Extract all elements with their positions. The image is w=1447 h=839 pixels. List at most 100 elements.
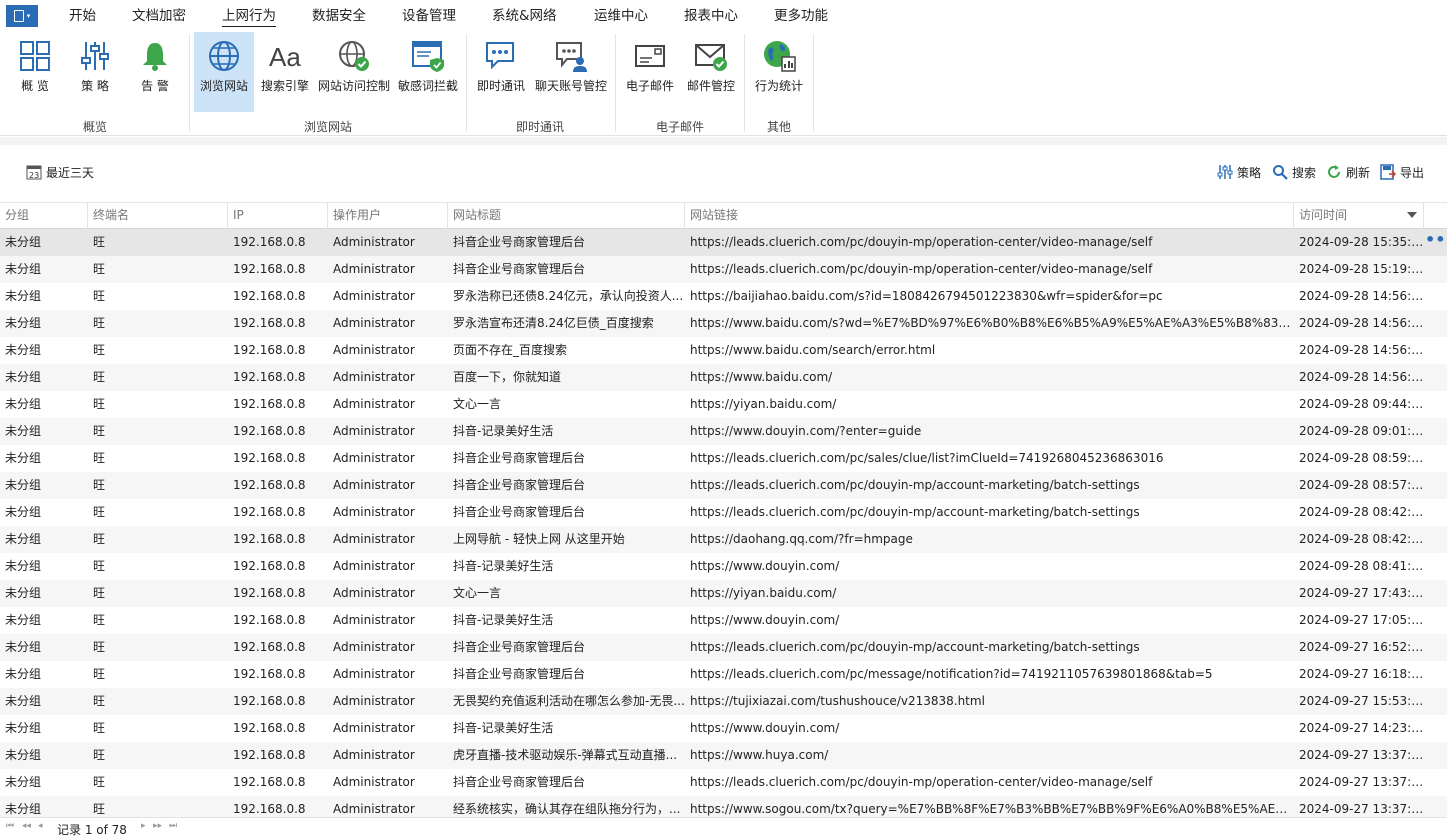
table-row[interactable]: 未分组 旺 192.168.0.8 Administrator 抖音企业号商家管理后台 h… (0, 661, 1447, 688)
first-page-icon[interactable]: ⏮ (6, 821, 14, 831)
behavior-statistics-button[interactable]: 行为统计 (751, 32, 807, 112)
table-row[interactable]: 未分组 旺 192.168.0.8 Administrator 抖音企业号商家管理后台 h… (0, 634, 1447, 661)
search-button[interactable]: 搜索 (1271, 163, 1316, 181)
cell-site-url: https://www.douyin.com/?enter=guide (690, 424, 922, 438)
table-row[interactable]: 未分组 旺 192.168.0.8 Administrator 罗永浩宣布还清8.24亿… (0, 310, 1447, 337)
column-header-visit-time[interactable]: 访问时间 (1294, 203, 1424, 229)
search-engine-button[interactable]: Aa 搜索引擎 (257, 32, 313, 112)
next-group-icon[interactable]: ▸▸ (153, 821, 162, 831)
date-filter-button[interactable]: 23 最近三天 (25, 163, 94, 181)
app-menu-button[interactable]: ▾ (6, 5, 38, 27)
pager: ⏮ ◂◂ ◂ 记录 1 of 78 ▸ ▸▸ ⏭ (0, 817, 1447, 839)
tab-ops-center[interactable]: 运维中心 (594, 7, 648, 27)
cell-visit-time: 2024-09-28 08:59:15 (1299, 451, 1424, 465)
cell-group: 未分组 (5, 235, 42, 249)
cell-user: Administrator (333, 262, 415, 276)
table-row[interactable]: 未分组 旺 192.168.0.8 Administrator 罗永浩称已还债8.24亿… (0, 283, 1447, 310)
column-header-site-title[interactable]: 网站标题 (448, 203, 685, 229)
ribbon-gap (0, 137, 1447, 145)
tab-web-behavior[interactable]: 上网行为 (222, 7, 276, 27)
prev-page-icon[interactable]: ◂ (38, 821, 43, 831)
table-row[interactable]: 未分组 旺 192.168.0.8 Administrator 上网导航 - 轻快上网 … (0, 526, 1447, 553)
alarm-label: 告 警 (141, 79, 169, 93)
overview-label: 概 览 (21, 79, 49, 93)
cell-terminal: 旺 (93, 775, 106, 789)
cell-user: Administrator (333, 289, 415, 303)
cell-terminal: 旺 (93, 343, 106, 357)
table-row[interactable]: 未分组 旺 192.168.0.8 Administrator 文心一言 https://… (0, 580, 1447, 607)
table-row[interactable]: 未分组 旺 192.168.0.8 Administrator 抖音企业号商家管理后台 h… (0, 472, 1447, 499)
export-button[interactable]: 导出 (1379, 163, 1424, 181)
last-page-icon[interactable]: ⏭ (169, 821, 177, 831)
cell-visit-time: 2024-09-27 16:52:10 (1299, 640, 1424, 654)
table-row[interactable]: 未分组 旺 192.168.0.8 Administrator 虎牙直播-技术驱动娱乐-… (0, 742, 1447, 769)
cell-terminal: 旺 (93, 478, 106, 492)
tab-device-management[interactable]: 设备管理 (402, 7, 456, 27)
table-row[interactable]: 未分组 旺 192.168.0.8 Administrator 经系统核实，确认其存在组… (0, 796, 1447, 817)
calendar-icon: 23 (25, 163, 43, 181)
column-header-user[interactable]: 操作用户 (328, 203, 448, 229)
sensitive-word-block-button[interactable]: 敏感词拦截 (396, 32, 460, 112)
cell-user: Administrator (333, 424, 415, 438)
table-row[interactable]: 未分组 旺 192.168.0.8 Administrator 抖音企业号商家管理后台 h… (0, 769, 1447, 796)
overview-button[interactable]: 概 览 (10, 32, 60, 112)
instant-messaging-button[interactable]: 即时通讯 (474, 32, 528, 112)
cell-user: Administrator (333, 235, 415, 249)
email-button[interactable]: 电子邮件 (622, 32, 678, 112)
svg-text:Aa: Aa (269, 42, 301, 72)
website-access-control-button[interactable]: 网站访问控制 (316, 32, 392, 112)
table-row[interactable]: 未分组 旺 192.168.0.8 Administrator 抖音企业号商家管理后台 h… (0, 445, 1447, 472)
table-row[interactable]: 未分组 旺 192.168.0.8 Administrator 抖音-记录美好生活 htt… (0, 553, 1447, 580)
column-header-terminal[interactable]: 终端名 (88, 203, 228, 229)
alarm-button[interactable]: 告 警 (130, 32, 180, 112)
chat-icon (483, 36, 519, 76)
tab-doc-encryption[interactable]: 文档加密 (132, 7, 186, 27)
cell-visit-time: 2024-09-28 08:41:18 (1299, 559, 1424, 573)
cell-visit-time: 2024-09-28 14:56:13 (1299, 316, 1424, 330)
column-header-group[interactable]: 分组 (0, 203, 88, 229)
table-row[interactable]: 未分组 旺 192.168.0.8 Administrator 抖音企业号商家管理后台 h… (0, 229, 1447, 256)
policy-toolbar-button[interactable]: 策略 (1216, 163, 1261, 181)
column-header-site-url[interactable]: 网站链接 (685, 203, 1294, 229)
table-row[interactable]: 未分组 旺 192.168.0.8 Administrator 抖音企业号商家管理后台 h… (0, 499, 1447, 526)
table-row[interactable]: 未分组 旺 192.168.0.8 Administrator 文心一言 https://… (0, 391, 1447, 418)
font-icon: Aa (267, 36, 303, 76)
table-row[interactable]: 未分组 旺 192.168.0.8 Administrator 无畏契约充值返利活动在哪… (0, 688, 1447, 715)
column-header-ip[interactable]: IP (228, 203, 328, 229)
policy-button[interactable]: 策 略 (70, 32, 120, 112)
refresh-button[interactable]: 刷新 (1325, 163, 1370, 181)
more-options-icon[interactable]: ••• (1425, 229, 1447, 256)
tab-report-center[interactable]: 报表中心 (684, 7, 738, 27)
cell-visit-time: 2024-09-27 16:18:18 (1299, 667, 1424, 681)
table-row[interactable]: 未分组 旺 192.168.0.8 Administrator 页面不存在_百度搜索 ht… (0, 337, 1447, 364)
sliders-icon (1216, 163, 1234, 181)
cell-site-url: https://www.douyin.com/ (690, 613, 840, 627)
cell-site-title: 抖音企业号商家管理后台 (453, 640, 586, 654)
next-page-icon[interactable]: ▸ (141, 821, 146, 831)
cell-ip: 192.168.0.8 (233, 505, 306, 519)
cell-group: 未分组 (5, 532, 42, 546)
table-row[interactable]: 未分组 旺 192.168.0.8 Administrator 抖音-记录美好生活 htt… (0, 607, 1447, 634)
tab-data-security[interactable]: 数据安全 (312, 7, 366, 27)
cell-ip: 192.168.0.8 (233, 451, 306, 465)
cell-user: Administrator (333, 721, 415, 735)
tab-system-network[interactable]: 系统&网络 (492, 7, 557, 27)
table-row[interactable]: 未分组 旺 192.168.0.8 Administrator 抖音-记录美好生活 htt… (0, 418, 1447, 445)
table-row[interactable]: 未分组 旺 192.168.0.8 Administrator 百度一下，你就知道 htt… (0, 364, 1447, 391)
tab-more-features[interactable]: 更多功能 (774, 7, 828, 27)
group-label-im: 即时通讯 (516, 120, 565, 134)
prev-group-icon[interactable]: ◂◂ (22, 821, 31, 831)
table-row[interactable]: 未分组 旺 192.168.0.8 Administrator 抖音-记录美好生活 htt… (0, 715, 1447, 742)
cell-group: 未分组 (5, 397, 42, 411)
cell-site-url: https://leads.cluerich.com/pc/douyin-mp/… (690, 235, 1153, 249)
table-row[interactable]: 未分组 旺 192.168.0.8 Administrator 抖音企业号商家管理后台 h… (0, 256, 1447, 283)
svg-text:23: 23 (29, 171, 39, 180)
cell-site-url: https://leads.cluerich.com/pc/douyin-mp/… (690, 505, 1140, 519)
chat-account-control-button[interactable]: 聊天账号管控 (533, 32, 609, 112)
cell-ip: 192.168.0.8 (233, 613, 306, 627)
email-control-button[interactable]: 邮件管控 (683, 32, 739, 112)
cell-site-url: https://baijiahao.baidu.com/s?id=1808426… (690, 289, 1163, 303)
browse-websites-button[interactable]: 浏览网站 (194, 32, 254, 112)
behavior-statistics-label: 行为统计 (754, 79, 803, 93)
tab-start[interactable]: 开始 (69, 7, 96, 27)
